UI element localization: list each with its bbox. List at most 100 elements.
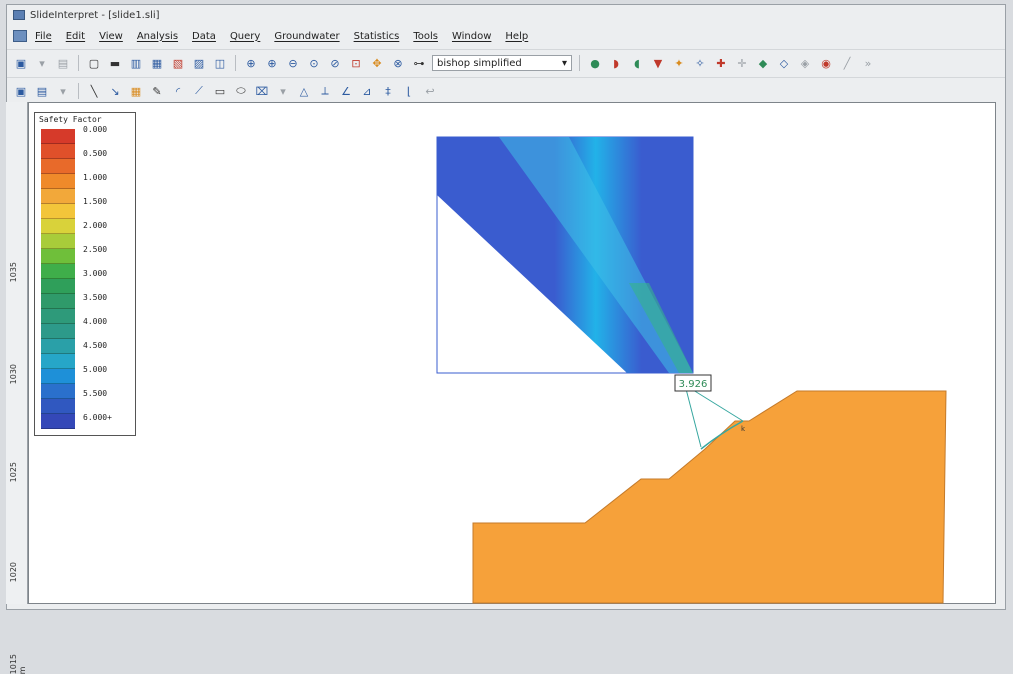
legend-color-band: [41, 264, 75, 279]
slope-icon[interactable]: ⊿: [359, 83, 375, 99]
menu-file[interactable]: File: [35, 31, 52, 42]
legend-color-band: [41, 309, 75, 324]
legend-label: 6.000+: [83, 413, 112, 422]
zoom-window-icon[interactable]: ⊙: [306, 55, 322, 71]
legend-color-band: [41, 384, 75, 399]
main-toolbar: ▣ ▾ ▤ ▢ ▬ ▥ ▦ ▧ ▨ ◫ ⊕ ⊕ ⊖ ⊙ ⊘ ⊡ ✥ ⊗ ⊶ bi…: [7, 49, 1005, 76]
zoom-in-icon[interactable]: ⊕: [264, 55, 280, 71]
legend-color-band: [41, 234, 75, 249]
layer-icon[interactable]: ▤: [34, 83, 50, 99]
menu-statistics[interactable]: Statistics: [354, 31, 400, 42]
global-minimum-icon[interactable]: ◗: [608, 55, 624, 71]
title-bar: SlideInterpret - [slide1.sli]: [7, 5, 1005, 25]
grid-icon[interactable]: ▦: [128, 83, 144, 99]
analysis-method-value: bishop simplified: [437, 57, 522, 69]
analysis-method-select[interactable]: bishop simplified ▾: [432, 55, 572, 71]
label-icon[interactable]: ⌊: [401, 83, 417, 99]
angle-icon[interactable]: ∠: [338, 83, 354, 99]
triangle-icon[interactable]: △: [296, 83, 312, 99]
dropdown-arrow-icon[interactable]: ▾: [34, 55, 50, 71]
show-slices-icon[interactable]: ✛: [734, 55, 750, 71]
ellipse-icon[interactable]: ⬭: [233, 83, 249, 99]
menu-help[interactable]: Help: [505, 31, 528, 42]
legend-color-band: [41, 399, 75, 414]
minimum-surface-icon[interactable]: ●: [587, 55, 603, 71]
save-icon[interactable]: ▤: [55, 55, 71, 71]
print-preview-icon[interactable]: ▢: [86, 55, 102, 71]
menu-groundwater[interactable]: Groundwater: [274, 31, 339, 42]
display-options-icon[interactable]: ▣: [13, 83, 29, 99]
legend-color-band: [41, 369, 75, 384]
legend-color-band: [41, 189, 75, 204]
zoom-scale-icon[interactable]: ⊗: [390, 55, 406, 71]
filter-surfaces-icon[interactable]: ▼: [650, 55, 666, 71]
menu-query[interactable]: Query: [230, 31, 260, 42]
ruler-label: 1030: [9, 364, 18, 385]
draw-line-icon[interactable]: ╱: [839, 55, 855, 71]
zoom-previous-icon[interactable]: ⊘: [327, 55, 343, 71]
marker-icon[interactable]: ‡: [380, 83, 396, 99]
chart-icon[interactable]: ▧: [170, 55, 186, 71]
legend-color-band: [41, 174, 75, 189]
model-view: k 3.926: [436, 136, 947, 604]
undo-draw-icon[interactable]: ↩: [422, 83, 438, 99]
legend-label: 1.500: [83, 197, 108, 206]
arrow-icon[interactable]: ↘: [107, 83, 123, 99]
export-image-icon[interactable]: ▦: [149, 55, 165, 71]
menu-data[interactable]: Data: [192, 31, 216, 42]
menu-view[interactable]: View: [99, 31, 123, 42]
app-logo-icon: [13, 10, 25, 20]
bolt-data-icon[interactable]: ◈: [797, 55, 813, 71]
copy-icon[interactable]: ▥: [128, 55, 144, 71]
zoom-out-icon[interactable]: ⊖: [285, 55, 301, 71]
dimension-icon[interactable]: ⟂: [317, 83, 333, 99]
forces-icon[interactable]: ◆: [755, 55, 771, 71]
legend-color-band: [41, 414, 75, 429]
query-slice-icon[interactable]: ✚: [713, 55, 729, 71]
legend-label: 5.000: [83, 365, 108, 374]
model-canvas[interactable]: k 3.926: [28, 102, 996, 604]
slice-data-icon[interactable]: ✧: [692, 55, 708, 71]
info-viewer-icon[interactable]: ◉: [818, 55, 834, 71]
toolbar-separator: [78, 55, 79, 71]
text-box-icon[interactable]: ⌧: [254, 83, 270, 99]
window-layout-icon[interactable]: ◫: [212, 55, 228, 71]
menu-bar: File Edit View Analysis Data Query Groun…: [7, 27, 1005, 45]
legend-color-band: [41, 204, 75, 219]
legend-color-band: [41, 339, 75, 354]
legend-title: Safety Factor: [39, 115, 102, 124]
contours-icon[interactable]: ✦: [671, 55, 687, 71]
graph-icon[interactable]: ◇: [776, 55, 792, 71]
ruler-label: 1035: [9, 262, 18, 283]
dropdown-arrow-icon[interactable]: ▾: [55, 83, 71, 99]
line-icon[interactable]: ╲: [86, 83, 102, 99]
menu-edit[interactable]: Edit: [66, 31, 85, 42]
polyline-icon[interactable]: ⟋: [191, 83, 207, 99]
zoom-all-icon[interactable]: ⊕: [243, 55, 259, 71]
rectangle-icon[interactable]: ▭: [212, 83, 228, 99]
scale-icon[interactable]: ⊶: [411, 55, 427, 71]
legend-color-band: [41, 324, 75, 339]
pencil-icon[interactable]: ✎: [149, 83, 165, 99]
menu-analysis[interactable]: Analysis: [137, 31, 178, 42]
arc-icon[interactable]: ◜: [170, 83, 186, 99]
properties-icon[interactable]: ▨: [191, 55, 207, 71]
legend-color-band: [41, 279, 75, 294]
dropdown-arrow-icon[interactable]: ▾: [275, 83, 291, 99]
zoom-extents-icon[interactable]: ⊡: [348, 55, 364, 71]
ruler-label: 1015 m: [9, 654, 27, 674]
open-file-icon[interactable]: ▣: [13, 55, 29, 71]
all-surfaces-icon[interactable]: ◖: [629, 55, 645, 71]
print-icon[interactable]: ▬: [107, 55, 123, 71]
legend-color-band: [41, 159, 75, 174]
overflow-icon[interactable]: »: [860, 55, 876, 71]
legend-label: 0.000: [83, 125, 108, 134]
pan-icon[interactable]: ✥: [369, 55, 385, 71]
legend-color-band: [41, 249, 75, 264]
document-icon[interactable]: [13, 30, 27, 42]
menu-tools[interactable]: Tools: [413, 31, 438, 42]
legend-label: 3.500: [83, 293, 108, 302]
menu-window[interactable]: Window: [452, 31, 491, 42]
vertical-ruler: 1035 1030 1025 1020 1015 m: [6, 102, 28, 674]
legend-label: 3.000: [83, 269, 108, 278]
